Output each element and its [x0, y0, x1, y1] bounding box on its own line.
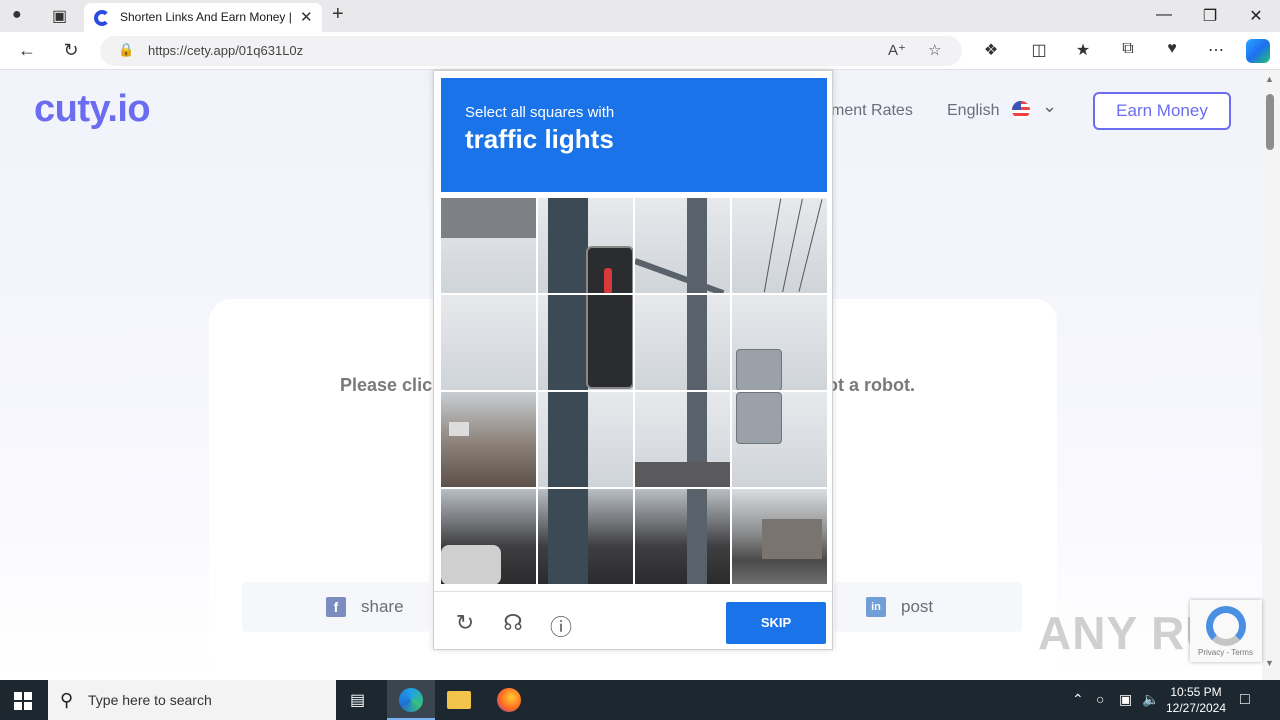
minimize-icon[interactable]: —: [1154, 6, 1174, 24]
extensions-icon[interactable]: ❖: [980, 40, 1002, 60]
restore-icon[interactable]: ❐: [1200, 6, 1220, 26]
recaptcha-badge[interactable]: Privacy - Terms: [1190, 600, 1262, 662]
captcha-tile[interactable]: [538, 198, 633, 293]
captcha-tile[interactable]: [635, 392, 730, 487]
linkedin-icon: in: [866, 597, 886, 617]
search-icon: ⚲: [60, 690, 74, 710]
scroll-down-icon[interactable]: ▼: [1265, 658, 1274, 668]
captcha-tile[interactable]: [635, 295, 730, 390]
captcha-tile[interactable]: [441, 198, 536, 293]
us-flag-icon: [1012, 101, 1030, 119]
reload-challenge-icon[interactable]: ↻: [452, 610, 478, 636]
browser-essentials-icon[interactable]: ♥: [1161, 40, 1183, 58]
address-bar[interactable]: 🔒 https://cety.app/01q631L0z A⁺ ☆: [100, 36, 962, 66]
edge-icon: [399, 688, 423, 712]
favorites-icon[interactable]: ★: [1072, 40, 1094, 60]
new-tab-icon[interactable]: +: [332, 3, 344, 26]
more-menu-icon[interactable]: ⋯: [1205, 40, 1227, 60]
site-favicon-icon: [94, 10, 110, 26]
captcha-tile[interactable]: [441, 489, 536, 584]
captcha-tile[interactable]: [441, 295, 536, 390]
captcha-tile[interactable]: [538, 392, 633, 487]
facebook-icon: f: [326, 597, 346, 617]
browser-tab-bar: ● ▣ Shorten Links And Earn Money | ✕ + —…: [0, 0, 1280, 32]
captcha-tile[interactable]: [732, 295, 827, 390]
skip-button[interactable]: SKIP: [726, 602, 826, 644]
captcha-grid: [441, 198, 827, 584]
captcha-tile[interactable]: [732, 489, 827, 584]
favorite-star-icon[interactable]: ☆: [928, 41, 941, 59]
nav-payment-rates[interactable]: ment Rates: [831, 102, 913, 120]
read-aloud-icon[interactable]: A⁺: [888, 41, 906, 59]
scroll-up-icon[interactable]: ▲: [1265, 74, 1274, 84]
browser-tab[interactable]: Shorten Links And Earn Money | ✕: [84, 3, 322, 32]
close-window-icon[interactable]: ✕: [1246, 6, 1266, 26]
chevron-down-icon[interactable]: ⌄: [1042, 96, 1057, 117]
back-icon[interactable]: ←: [16, 40, 38, 61]
firefox-icon: [497, 688, 521, 712]
file-explorer-button[interactable]: [435, 680, 483, 720]
refresh-icon[interactable]: ↻: [60, 40, 82, 61]
captcha-target: traffic lights: [465, 124, 614, 154]
folder-icon: [447, 691, 471, 709]
captcha-tile[interactable]: [538, 295, 633, 390]
captcha-tile[interactable]: [635, 489, 730, 584]
taskbar-search-placeholder: Type here to search: [88, 692, 212, 708]
earn-money-button[interactable]: Earn Money: [1093, 92, 1231, 130]
network-icon[interactable]: ▣: [1119, 691, 1132, 708]
network-activity-icon[interactable]: ○: [1096, 691, 1104, 707]
lock-icon[interactable]: 🔒: [118, 42, 134, 58]
captcha-tile[interactable]: [441, 392, 536, 487]
recaptcha-logo-icon: [1206, 606, 1246, 646]
audio-challenge-icon[interactable]: ☊: [500, 610, 526, 636]
facebook-share-label: share: [361, 597, 404, 616]
captcha-challenge: Select all squares with traffic lights ↻…: [433, 70, 833, 650]
tab-actions-icon[interactable]: ▣: [52, 6, 67, 26]
taskbar-search[interactable]: ⚲ Type here to search: [48, 680, 336, 720]
captcha-instruction: Select all squares with: [465, 104, 615, 121]
collections-icon[interactable]: ⧉: [1117, 40, 1139, 58]
captcha-tile[interactable]: [732, 198, 827, 293]
recaptcha-privacy-terms[interactable]: Privacy - Terms: [1198, 648, 1253, 657]
captcha-tile[interactable]: [538, 489, 633, 584]
split-screen-icon[interactable]: ◫: [1028, 40, 1050, 60]
scroll-thumb[interactable]: [1266, 94, 1274, 150]
linkedin-share-button[interactable]: in post: [834, 582, 1022, 632]
clock-date: 12/27/2024: [1165, 701, 1227, 715]
url-text[interactable]: https://cety.app/01q631L0z: [148, 43, 303, 58]
windows-start-icon[interactable]: [14, 692, 32, 710]
captcha-tile[interactable]: [732, 392, 827, 487]
system-clock[interactable]: 10:55 PM 12/27/2024: [1163, 684, 1229, 716]
robot-prompt-left: Please clic: [340, 375, 433, 395]
help-info-icon[interactable]: ⓘ: [548, 610, 574, 642]
edge-taskbar-button[interactable]: [387, 680, 435, 720]
task-view-icon: ▤: [350, 692, 366, 709]
task-view-button[interactable]: ▤: [336, 680, 384, 720]
windows-taskbar: ⚲ Type here to search ▤ ⌃ ○ ▣ 🔈 10:55 PM…: [0, 680, 1280, 720]
facebook-share-button[interactable]: f share: [242, 582, 430, 632]
volume-icon[interactable]: 🔈: [1142, 691, 1159, 708]
tab-title: Shorten Links And Earn Money |: [120, 10, 292, 24]
site-logo[interactable]: cuty.io: [34, 88, 151, 131]
captcha-tile[interactable]: [635, 198, 730, 293]
copilot-icon[interactable]: [1246, 39, 1270, 63]
notifications-icon[interactable]: □: [1240, 691, 1250, 709]
close-tab-icon[interactable]: ✕: [300, 8, 313, 26]
clock-time: 10:55 PM: [1170, 685, 1222, 699]
page-scrollbar[interactable]: ▲ ▼: [1262, 70, 1280, 680]
firefox-taskbar-button[interactable]: [485, 680, 533, 720]
profile-icon[interactable]: ●: [12, 6, 22, 24]
captcha-footer: ↻ ☊ ⓘ SKIP: [434, 591, 832, 649]
tray-overflow-icon[interactable]: ⌃: [1072, 691, 1084, 708]
captcha-header: Select all squares with traffic lights: [441, 78, 827, 192]
linkedin-share-label: post: [901, 597, 934, 616]
address-toolbar: ← ↻ 🔒 https://cety.app/01q631L0z A⁺ ☆ ❖ …: [0, 32, 1280, 70]
robot-prompt-right: ot a robot.: [827, 375, 915, 395]
language-selector[interactable]: English: [947, 102, 999, 120]
